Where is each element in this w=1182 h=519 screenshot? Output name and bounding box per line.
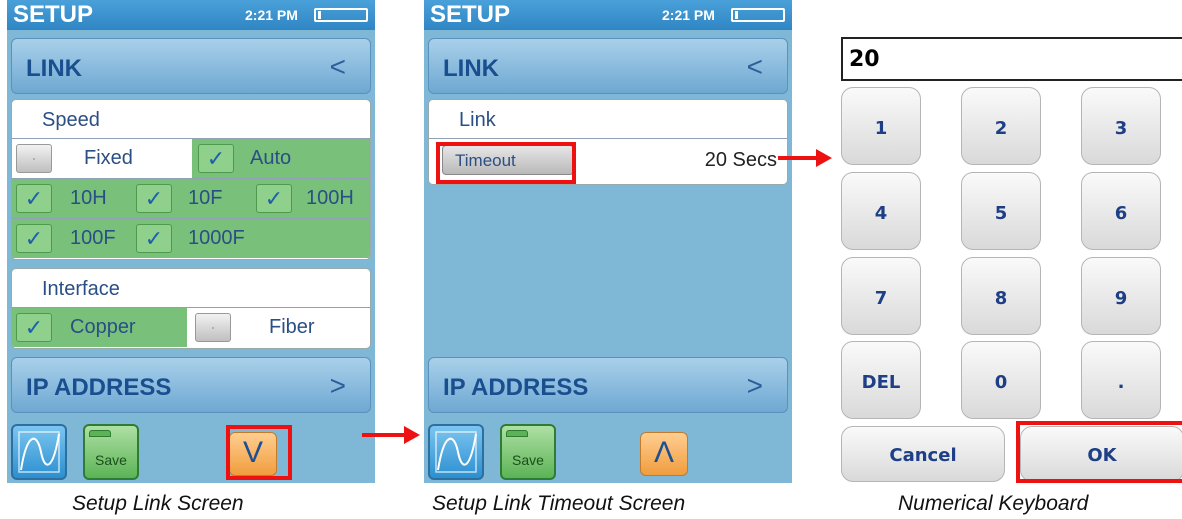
checkmark-icon: ✓ [16, 313, 52, 342]
ip-address-header-button[interactable]: IP ADDRESS > [428, 357, 788, 413]
checkmark-icon[interactable]: ✓ [136, 184, 172, 213]
key-decimal[interactable]: . [1081, 341, 1161, 419]
chevron-right-icon: > [329, 370, 346, 401]
key-2[interactable]: 2 [961, 87, 1041, 165]
speed-10f-label: 10F [188, 187, 223, 209]
checkmark-icon: ✓ [198, 144, 234, 173]
save-button[interactable]: Save [83, 424, 139, 480]
key-6[interactable]: 6 [1081, 172, 1161, 250]
key-5[interactable]: 5 [961, 172, 1041, 250]
key-delete[interactable]: DEL [841, 341, 921, 419]
arrow-to-keyboard [778, 156, 818, 160]
interface-panel: Interface ✓ Copper · Fiber [11, 268, 371, 349]
speed-title: Speed [12, 100, 370, 139]
graph-button[interactable] [428, 424, 484, 480]
link-header-button[interactable]: LINK < [428, 38, 788, 94]
status-time: 2:21 PM [245, 7, 298, 23]
link-header-label: LINK [443, 55, 499, 82]
speed-options-row-1: ✓ 10H ✓ 10F ✓ 100H [12, 179, 370, 219]
key-0[interactable]: 0 [961, 341, 1041, 419]
timeout-value[interactable]: 20 Secs [705, 149, 777, 172]
auto-option[interactable]: ✓ Auto [192, 139, 370, 178]
checkmark-icon[interactable]: ✓ [256, 184, 292, 213]
setup-link-timeout-screen: SETUP 2:21 PM LINK < Link Timeout 20 Sec… [424, 0, 792, 483]
save-label: Save [95, 452, 127, 468]
ip-address-label: IP ADDRESS [443, 374, 589, 401]
status-time: 2:21 PM [662, 7, 715, 23]
chevron-left-icon: < [746, 51, 763, 82]
status-bar: SETUP 2:21 PM [7, 0, 375, 30]
value-display[interactable]: 20 [841, 37, 1182, 81]
status-bar: SETUP 2:21 PM [424, 0, 792, 30]
checkmark-icon[interactable]: ✓ [16, 184, 52, 213]
arrow-head-icon [404, 426, 420, 444]
key-3[interactable]: 3 [1081, 87, 1161, 165]
link-header-button[interactable]: LINK < [11, 38, 371, 94]
folder-icon [89, 430, 111, 437]
speed-10h-label: 10H [70, 187, 107, 209]
speed-panel: Speed · Fixed ✓ Auto ✓ 10H ✓ 10F ✓ 100H [11, 99, 371, 260]
key-1[interactable]: 1 [841, 87, 921, 165]
folder-icon [506, 430, 528, 437]
unchecked-box-icon: · [16, 144, 52, 173]
key-7[interactable]: 7 [841, 257, 921, 335]
unchecked-box-icon: · [195, 313, 231, 342]
battery-icon [731, 8, 785, 22]
chevron-left-icon: < [329, 51, 346, 82]
highlight-box-down [226, 425, 292, 480]
speed-100h-label: 100H [306, 187, 354, 209]
graph-icon [435, 431, 477, 473]
graph-button[interactable] [11, 424, 67, 480]
fixed-label: Fixed [84, 147, 133, 169]
status-title: SETUP [13, 1, 94, 28]
checkmark-icon[interactable]: ✓ [136, 224, 172, 253]
scroll-up-button[interactable]: Λ [640, 432, 688, 476]
setup-link-screen: SETUP 2:21 PM LINK < Speed · Fixed ✓ Aut… [7, 0, 375, 483]
fiber-label: Fiber [269, 316, 315, 338]
interface-row: ✓ Copper · Fiber [12, 308, 370, 348]
battery-icon [314, 8, 368, 22]
graph-icon [18, 431, 60, 473]
arrow-to-screen2 [362, 433, 406, 437]
arrow-head-icon [816, 149, 832, 167]
fixed-option[interactable]: · Fixed [12, 139, 192, 178]
checkmark-icon[interactable]: ✓ [16, 224, 52, 253]
key-9[interactable]: 9 [1081, 257, 1161, 335]
speed-100f-label: 100F [70, 227, 116, 249]
highlight-box-timeout [436, 142, 576, 184]
link-panel-title: Link [429, 100, 787, 139]
save-button[interactable]: Save [500, 424, 556, 480]
save-label: Save [512, 452, 544, 468]
caption-setup-link: Setup Link Screen [72, 492, 244, 515]
speed-mode-row: · Fixed ✓ Auto [12, 139, 370, 179]
key-4[interactable]: 4 [841, 172, 921, 250]
copper-label: Copper [70, 316, 136, 338]
numerical-keyboard: 20 1 2 3 4 5 6 7 8 9 DEL 0 . Cancel OK [836, 0, 1182, 483]
speed-1000f-label: 1000F [188, 227, 245, 249]
status-title: SETUP [430, 1, 511, 28]
caption-numerical-keyboard: Numerical Keyboard [898, 492, 1089, 515]
chevron-right-icon: > [746, 370, 763, 401]
fiber-option[interactable]: · Fiber [187, 308, 370, 347]
link-header-label: LINK [26, 55, 82, 82]
interface-title: Interface [12, 269, 370, 308]
copper-option[interactable]: ✓ Copper [12, 308, 187, 347]
ip-address-header-button[interactable]: IP ADDRESS > [11, 357, 371, 413]
speed-options-row-2: ✓ 100F ✓ 1000F [12, 219, 370, 259]
highlight-box-ok [1016, 421, 1182, 483]
caption-setup-link-timeout: Setup Link Timeout Screen [432, 492, 686, 515]
cancel-button[interactable]: Cancel [841, 426, 1005, 482]
key-8[interactable]: 8 [961, 257, 1041, 335]
ip-address-label: IP ADDRESS [26, 374, 172, 401]
auto-label: Auto [250, 147, 292, 169]
